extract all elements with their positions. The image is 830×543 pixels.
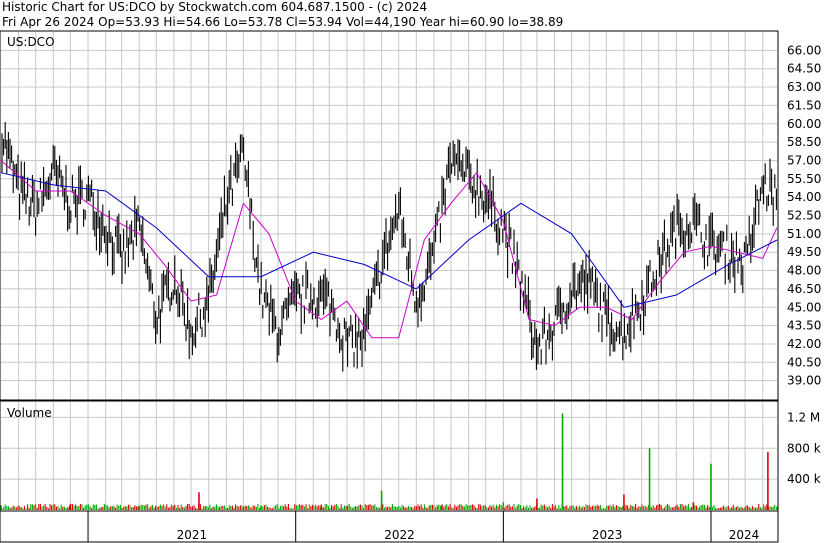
price-tick-label: 58.50 xyxy=(787,135,821,149)
price-tick-label: 64.50 xyxy=(787,62,821,76)
price-tick-label: 52.50 xyxy=(787,209,821,223)
price-tick-label: 61.50 xyxy=(787,98,821,112)
volume-tick-label: 1.2 M xyxy=(787,410,820,424)
price-tick-label: 43.50 xyxy=(787,319,821,333)
volume-tick-label: 800 k xyxy=(787,441,821,455)
price-tick-label: 66.00 xyxy=(787,43,821,57)
price-bars xyxy=(1,122,777,372)
price-tick-label: 40.50 xyxy=(787,355,821,369)
year-tick-label: 2021 xyxy=(177,528,208,542)
price-tick-label: 46.50 xyxy=(787,282,821,296)
price-panel-grid xyxy=(1,32,777,399)
year-tick-label: 2022 xyxy=(384,528,415,542)
chart-header-line-2: Fri Apr 26 2024 Op=53.93 Hi=54.66 Lo=53.… xyxy=(2,15,564,29)
year-tick-label: 2024 xyxy=(729,528,760,542)
volume-panel-grid xyxy=(1,402,777,510)
price-tick-label: 63.00 xyxy=(787,80,821,94)
price-tick-label: 49.50 xyxy=(787,245,821,259)
stock-chart: 66.00 64.50 63.00 61.50 60.00 58.50 57.00 55.50… xyxy=(0,30,821,543)
price-tick-label: 42.00 xyxy=(787,337,821,351)
volume-panel-title: Volume xyxy=(7,406,52,420)
chart-header-line-1: Historic Chart for US:DCO by Stockwatch.… xyxy=(2,0,428,14)
price-tick-label: 45.00 xyxy=(787,300,821,314)
price-tick-label: 51.00 xyxy=(787,227,821,241)
price-panel-title: US:DCO xyxy=(7,35,55,49)
price-tick-label: 55.50 xyxy=(787,172,821,186)
price-tick-label: 60.00 xyxy=(787,117,821,131)
price-tick-label: 39.00 xyxy=(787,374,821,388)
volume-tick-label: 400 k xyxy=(787,472,821,486)
price-tick-label: 48.00 xyxy=(787,264,821,278)
price-tick-label: 54.00 xyxy=(787,190,821,204)
price-tick-label: 57.00 xyxy=(787,153,821,167)
year-tick-label: 2023 xyxy=(592,528,623,542)
volume-bars xyxy=(0,413,778,510)
